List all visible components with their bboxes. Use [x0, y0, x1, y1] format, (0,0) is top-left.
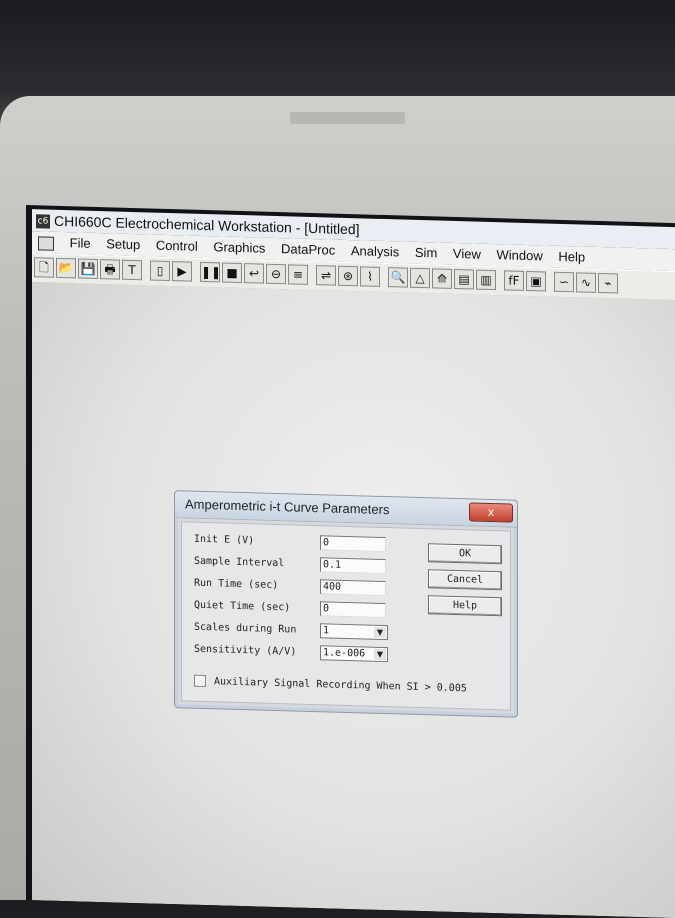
- font-icon[interactable]: fF: [504, 270, 524, 291]
- menu-setup[interactable]: Setup: [100, 233, 146, 256]
- overlay-icon[interactable]: ⟰: [432, 268, 452, 289]
- ok-button[interactable]: OK: [428, 543, 502, 564]
- run-icon[interactable]: ▶: [172, 261, 192, 282]
- run-time-label: Run Time (sec): [194, 575, 278, 595]
- derivative-icon[interactable]: ∿: [576, 272, 596, 293]
- stop-icon[interactable]: ■: [222, 262, 242, 283]
- system-menu-icon[interactable]: [38, 236, 54, 250]
- menu-window[interactable]: Window: [490, 244, 548, 268]
- quiet-time-field[interactable]: 0: [320, 601, 386, 618]
- scales-value: 1: [323, 625, 329, 636]
- menu-control[interactable]: Control: [150, 234, 204, 258]
- save-icon[interactable]: 💾: [78, 258, 98, 279]
- menu-graphics[interactable]: Graphics: [207, 236, 271, 260]
- menu-help[interactable]: Help: [552, 246, 591, 269]
- technique-icon[interactable]: T: [122, 260, 142, 281]
- init-e-label: Init E (V): [194, 531, 254, 551]
- reverse-scan-icon[interactable]: ↩: [244, 263, 264, 284]
- parameters-dialog: Amperometric i-t Curve Parameters x Init…: [174, 490, 518, 718]
- close-button[interactable]: x: [469, 502, 513, 522]
- init-e-field[interactable]: 0: [320, 535, 386, 552]
- color-icon[interactable]: ▥: [476, 270, 496, 291]
- workspace: Amperometric i-t Curve Parameters x Init…: [32, 282, 675, 918]
- cancel-button[interactable]: Cancel: [428, 569, 502, 590]
- auxiliary-signal-label: Auxiliary Signal Recording When SI > 0.0…: [214, 676, 467, 694]
- close-icon: x: [488, 505, 494, 519]
- sample-interval-label: Sample Interval: [194, 553, 284, 574]
- menu-dataproc[interactable]: DataProc: [275, 238, 341, 262]
- app-logo-icon: c6: [36, 215, 50, 229]
- sensitivity-label: Sensitivity (A/V): [194, 641, 296, 662]
- print-icon[interactable]: 🖶: [100, 259, 120, 280]
- auxiliary-signal-checkbox[interactable]: [194, 675, 206, 687]
- new-file-icon[interactable]: 🗋: [34, 257, 54, 278]
- filter-icon[interactable]: ≡: [288, 264, 308, 285]
- scales-select[interactable]: 1▼: [320, 623, 388, 640]
- step-function-icon[interactable]: ⊛: [338, 266, 358, 287]
- zoom-icon[interactable]: 🔍: [388, 267, 408, 288]
- pause-icon[interactable]: ❚❚: [200, 262, 220, 283]
- chevron-down-icon[interactable]: ▼: [374, 649, 386, 660]
- graphics-icon[interactable]: ⌇: [360, 266, 380, 287]
- menu-file[interactable]: File: [64, 232, 97, 255]
- monitor-notch: [290, 112, 405, 124]
- open-folder-icon[interactable]: 📂: [56, 258, 76, 279]
- cell-control-icon[interactable]: ⇌: [316, 265, 336, 286]
- copy-icon[interactable]: ▣: [526, 271, 546, 292]
- menu-analysis[interactable]: Analysis: [345, 240, 405, 264]
- smooth-icon[interactable]: ∽: [554, 272, 574, 293]
- parameters-icon[interactable]: ▯: [150, 260, 170, 281]
- auxiliary-signal-option[interactable]: Auxiliary Signal Recording When SI > 0.0…: [194, 675, 467, 697]
- dialog-body: Init E (V) 0 Sample Interval 0.1 Run Tim…: [181, 521, 511, 710]
- scales-label: Scales during Run: [194, 619, 296, 640]
- help-button[interactable]: Help: [428, 595, 502, 616]
- mark-icon[interactable]: ▤: [454, 269, 474, 290]
- screen: c6CHI660C Electrochemical Workstation - …: [26, 205, 675, 918]
- peak-icon[interactable]: △: [410, 268, 430, 289]
- menu-view[interactable]: View: [447, 243, 487, 266]
- quiet-time-label: Quiet Time (sec): [194, 597, 290, 618]
- chevron-down-icon[interactable]: ▼: [374, 627, 386, 638]
- menu-sim[interactable]: Sim: [409, 242, 443, 265]
- run-time-field[interactable]: 400: [320, 579, 386, 596]
- sensitivity-value: 1.e-006: [323, 647, 365, 659]
- sensitivity-select[interactable]: 1.e-006 ▼: [320, 645, 388, 662]
- sample-interval-field[interactable]: 0.1: [320, 557, 386, 574]
- ir-comp-icon[interactable]: ⊖: [266, 264, 286, 285]
- integrate-icon[interactable]: ⌁: [598, 273, 618, 294]
